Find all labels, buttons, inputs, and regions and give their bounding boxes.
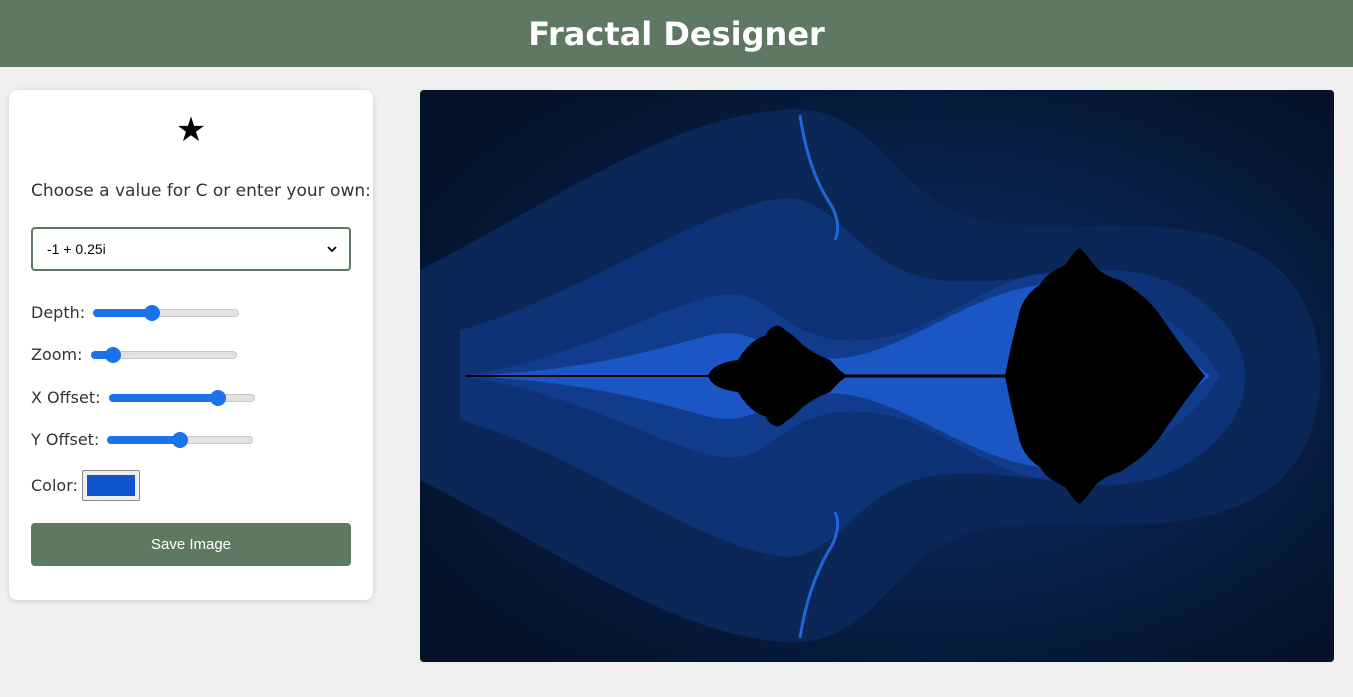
c-value-select[interactable]: -1 + 0.25i [31,227,351,271]
zoom-slider[interactable] [90,346,237,363]
depth-slider-thumb[interactable] [143,304,160,321]
control-panel: ★ Choose a value for C or enter your own… [9,90,373,600]
star-icon: ★ [175,110,207,150]
color-label: Color: [31,476,78,495]
x-offset-row: X Offset: [31,388,255,407]
color-swatch [86,475,135,496]
y-offset-slider[interactable] [107,431,254,448]
x-offset-slider-thumb[interactable] [209,389,226,406]
app-title: Fractal Designer [528,14,825,53]
y-offset-slider-fill [107,435,180,444]
y-offset-slider-thumb[interactable] [172,431,189,448]
x-offset-slider[interactable] [108,389,255,406]
fractal-image [420,90,1334,662]
zoom-row: Zoom: [31,345,237,364]
chevron-down-icon [327,246,337,253]
y-offset-label: Y Offset: [31,430,100,449]
save-image-button[interactable]: Save Image [31,523,351,566]
zoom-label: Zoom: [31,345,83,364]
fractal-canvas[interactable] [420,90,1334,662]
color-row: Color: [31,470,140,501]
x-offset-slider-fill [108,393,217,402]
c-value-prompt: Choose a value for C or enter your own: [31,181,371,201]
y-offset-row: Y Offset: [31,430,254,449]
depth-label: Depth: [31,303,86,322]
depth-row: Depth: [31,303,240,322]
depth-slider[interactable] [93,304,240,321]
c-value-selected: -1 + 0.25i [47,241,106,257]
zoom-slider-thumb[interactable] [105,346,122,363]
depth-slider-fill [93,308,151,317]
app-header: Fractal Designer [0,0,1353,67]
x-offset-label: X Offset: [31,388,101,407]
color-picker[interactable] [81,470,140,501]
